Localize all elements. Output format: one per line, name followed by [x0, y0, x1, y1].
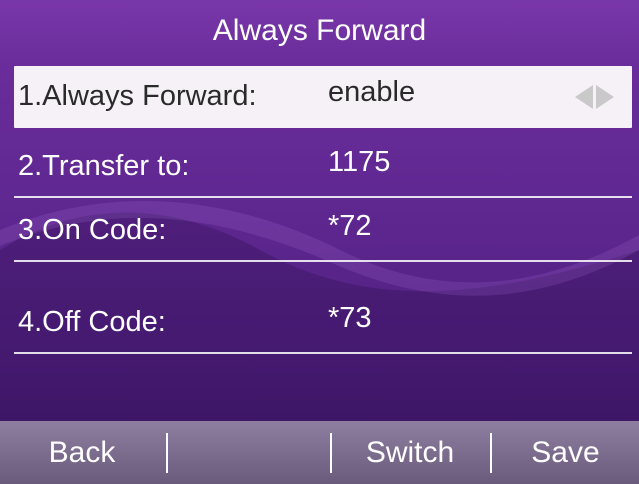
phone-screen: Always Forward 1.Always Forward: enable …: [0, 0, 639, 484]
row-divider: [14, 196, 632, 198]
off-code-row[interactable]: 4.Off Code: *73: [14, 292, 632, 354]
softkey-bar: Back Switch Save: [0, 421, 639, 484]
arrow-right-icon[interactable]: [595, 85, 614, 109]
row-divider: [14, 352, 632, 354]
empty-softkey[interactable]: [168, 421, 328, 484]
save-button[interactable]: Save: [492, 421, 639, 484]
row-divider: [14, 260, 632, 262]
always-forward-row[interactable]: 1.Always Forward: enable: [14, 66, 632, 128]
off-code-label: 4.Off Code:: [18, 306, 166, 338]
transfer-to-label: 2.Transfer to:: [18, 150, 190, 182]
arrow-left-icon[interactable]: [574, 85, 593, 109]
always-forward-value: enable: [328, 76, 416, 108]
off-code-value[interactable]: *73: [328, 302, 372, 335]
always-forward-label: 1.Always Forward:: [18, 80, 257, 112]
page-title: Always Forward: [0, 0, 639, 62]
switch-button[interactable]: Switch: [332, 421, 488, 484]
on-code-value[interactable]: *72: [328, 210, 372, 243]
transfer-to-value[interactable]: 1175: [328, 146, 390, 179]
on-code-label: 3.On Code:: [18, 214, 167, 246]
back-button[interactable]: Back: [0, 421, 164, 484]
transfer-to-row[interactable]: 2.Transfer to: 1175: [14, 136, 632, 198]
left-right-arrows-icon[interactable]: [572, 84, 616, 110]
on-code-row[interactable]: 3.On Code: *72: [14, 200, 632, 262]
